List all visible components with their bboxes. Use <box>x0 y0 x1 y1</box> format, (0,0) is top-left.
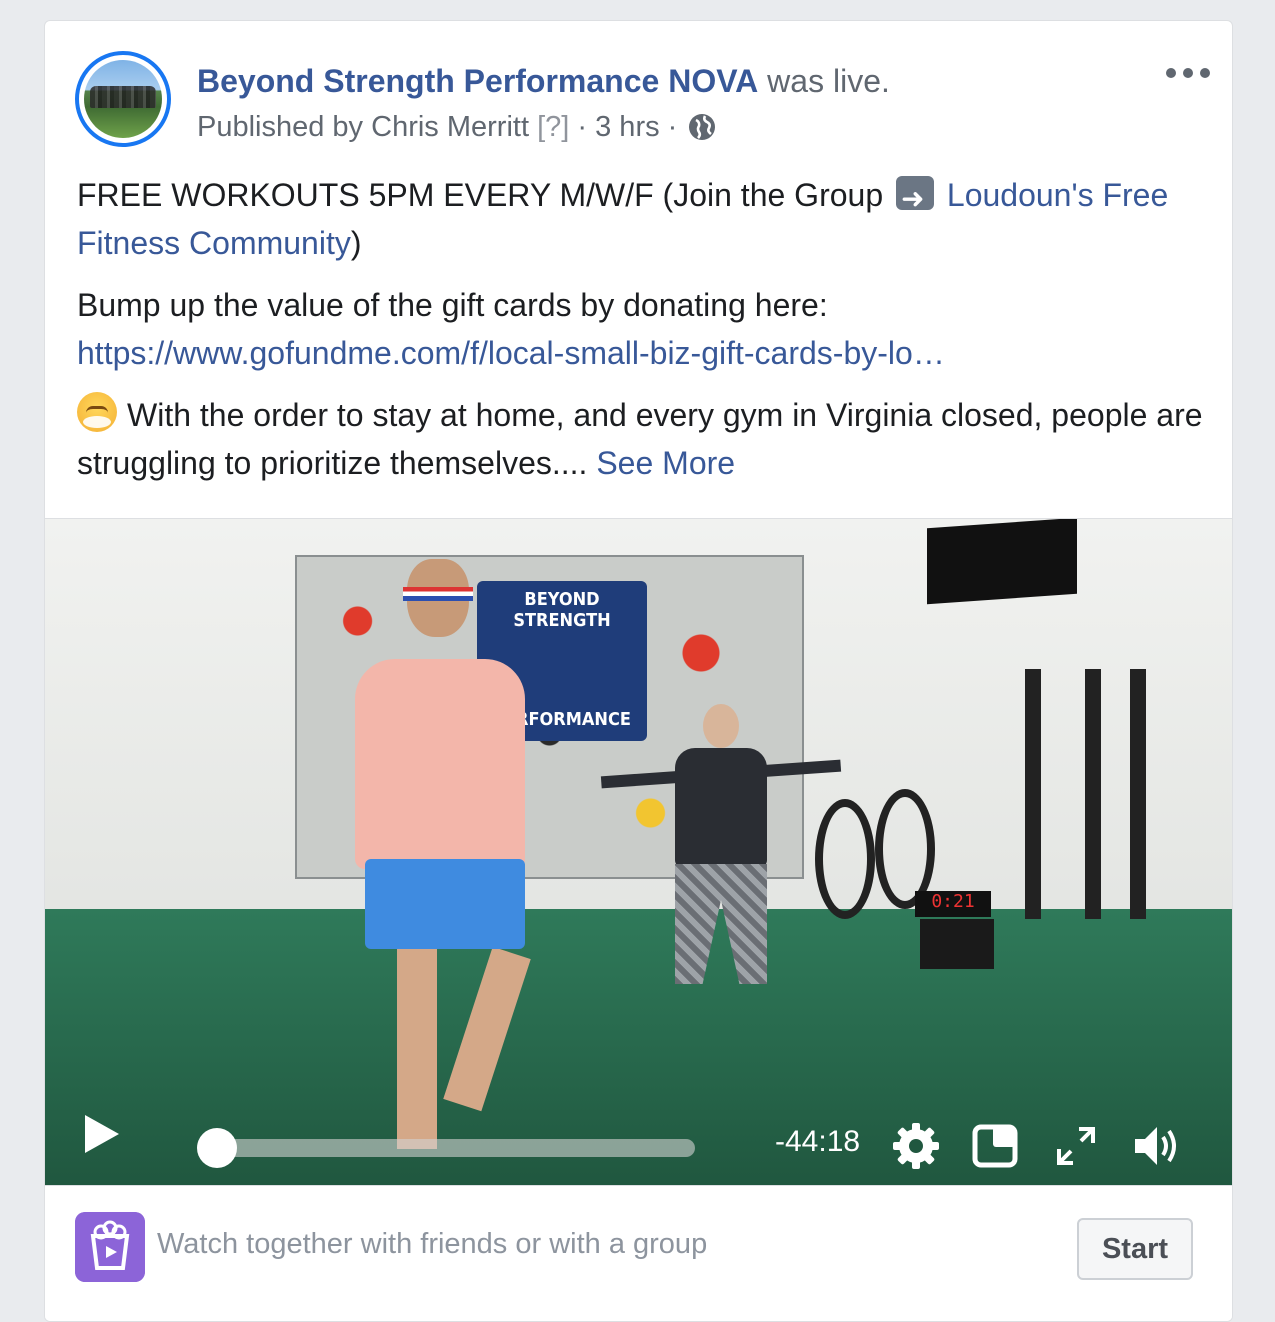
trainer-background <box>600 704 842 994</box>
donate-text: Bump up the value of the gift cards by d… <box>77 287 828 323</box>
post-timestamp[interactable]: 3 hrs <box>595 109 659 145</box>
page-name-link[interactable]: Beyond Strength Performance NOVA <box>197 63 758 99</box>
more-dot-1 <box>1166 68 1176 78</box>
post-paragraph-3: With the order to stay at home, and ever… <box>77 391 1207 487</box>
post-header: Beyond Strength Performance NOVA was liv… <box>45 21 1232 161</box>
more-dot-2 <box>1183 68 1193 78</box>
meta-separator: · <box>577 111 588 143</box>
avatar-image <box>84 60 162 138</box>
gym-timer: 0:21 <box>915 891 991 917</box>
publisher-name[interactable]: Chris Merritt <box>371 109 529 145</box>
plyo-box <box>920 919 994 969</box>
gear-icon[interactable] <box>891 1121 941 1171</box>
progress-bar[interactable] <box>217 1139 695 1157</box>
steam-face-emoji-icon <box>77 392 117 432</box>
p2-head <box>703 704 739 748</box>
volume-icon[interactable] <box>1131 1121 1181 1171</box>
video-controls: -44:18 <box>45 1079 1232 1186</box>
gofundme-link[interactable]: https://www.gofundme.com/f/local-small-b… <box>77 335 945 371</box>
fullscreen-icon[interactable] <box>1051 1121 1101 1171</box>
rowing-machine <box>1085 669 1101 919</box>
see-more-link[interactable]: See More <box>596 445 735 481</box>
play-icon[interactable] <box>85 1115 119 1153</box>
post-paragraph-1: FREE WORKOUTS 5PM EVERY M/W/F (Join the … <box>77 171 1207 267</box>
video-player[interactable]: BEYOND STRENGTH PERFORMANCE 0:21 -44:18 <box>45 518 1232 1186</box>
rowing-machine <box>1130 669 1146 919</box>
workout-text: FREE WORKOUTS 5PM EVERY M/W/F (Join the … <box>77 177 884 213</box>
post-card: Beyond Strength Performance NOVA was liv… <box>44 20 1233 1322</box>
publisher-hint[interactable]: [?] <box>537 109 569 145</box>
post-title-line: Beyond Strength Performance NOVA was liv… <box>197 61 890 101</box>
watch-party-icon[interactable] <box>75 1212 145 1282</box>
globe-icon[interactable] <box>687 112 717 142</box>
post-body: FREE WORKOUTS 5PM EVERY M/W/F (Join the … <box>77 171 1207 501</box>
wall-tv <box>927 519 1077 605</box>
watch-party-bar: Watch together with friends or with a gr… <box>45 1185 1232 1321</box>
p1-shorts <box>365 859 525 949</box>
air-bike <box>815 799 875 919</box>
live-status: was live. <box>767 63 890 99</box>
right-arrow-emoji-icon <box>896 175 934 223</box>
more-dot-3 <box>1200 68 1210 78</box>
picture-in-picture-icon[interactable] <box>971 1121 1021 1171</box>
page-avatar[interactable] <box>75 51 171 147</box>
post-paragraph-2: Bump up the value of the gift cards by d… <box>77 281 1207 377</box>
p2-legs <box>675 864 767 984</box>
p1-shirt <box>355 659 525 869</box>
meta-separator-2: · <box>667 111 678 143</box>
rowing-machine <box>1025 669 1041 919</box>
watch-party-text: Watch together with friends or with a gr… <box>157 1228 708 1260</box>
post-meta: Published by Chris Merritt [?] · 3 hrs · <box>197 109 717 145</box>
more-options-icon[interactable] <box>1166 63 1210 83</box>
p2-body <box>675 748 767 868</box>
avatar-group-photo <box>90 86 156 108</box>
start-button[interactable]: Start <box>1077 1218 1193 1280</box>
p1-headband <box>403 587 473 601</box>
close-paren: ) <box>350 225 362 261</box>
time-remaining: -44:18 <box>775 1125 861 1158</box>
published-prefix: Published by <box>197 111 364 143</box>
progress-knob[interactable] <box>197 1128 237 1168</box>
